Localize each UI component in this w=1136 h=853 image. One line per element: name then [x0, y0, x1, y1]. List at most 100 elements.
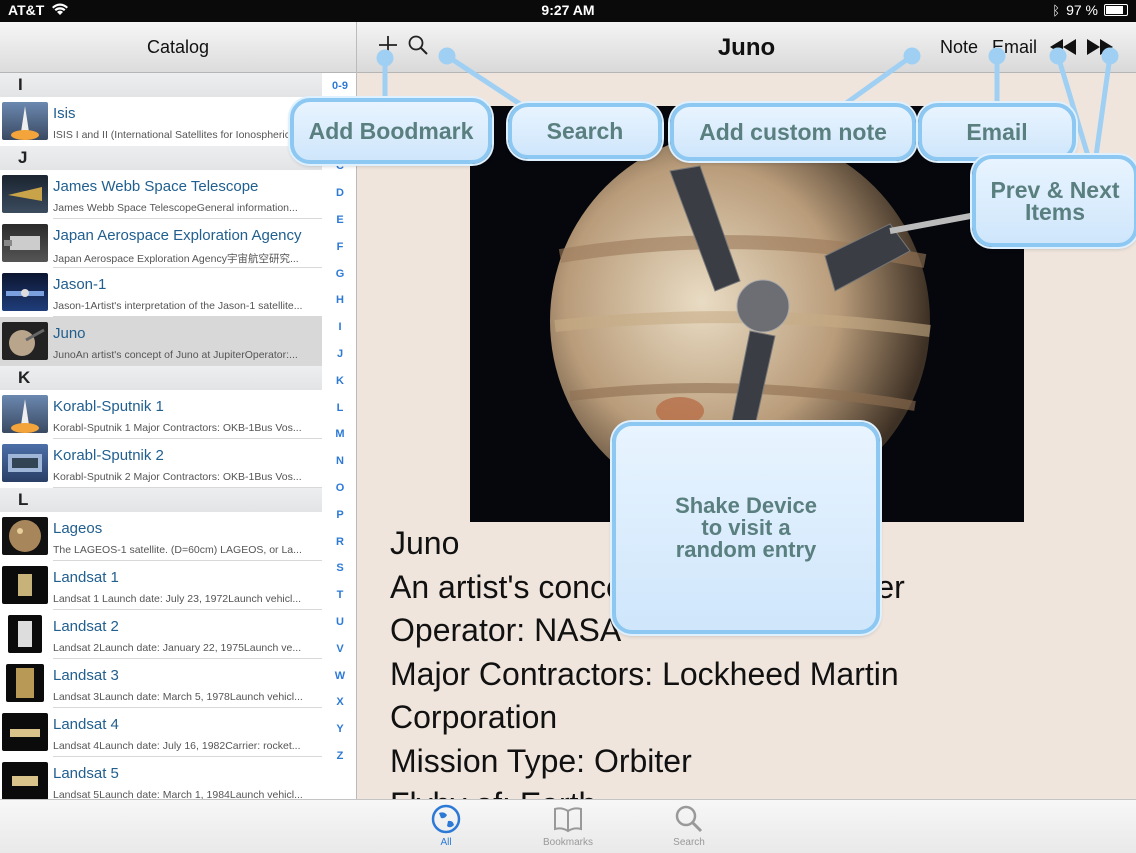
callout-search: Search — [508, 103, 662, 159]
section-header-i: I — [0, 73, 322, 97]
index-letter[interactable]: N — [324, 455, 356, 467]
index-letter[interactable]: P — [324, 509, 356, 521]
list-item-landsat-1[interactable]: Landsat 1 Landsat 1 Launch date: July 23… — [0, 561, 322, 610]
status-bar: AT&T 9:27 AM ᛒ 97 % — [0, 0, 1136, 22]
list-item-korabl-sputnik-2[interactable]: Korabl-Sputnik 2 Korabl-Sputnik 2 Major … — [0, 439, 322, 488]
item-thumbnail — [6, 664, 44, 702]
list-item-landsat-5[interactable]: Landsat 5 Landsat 5Launch date: March 1,… — [0, 757, 322, 799]
index-letter[interactable]: L — [324, 402, 356, 414]
callout-shake: Shake Device to visit a random entry — [612, 422, 880, 634]
index-letter[interactable]: J — [324, 348, 356, 360]
next-item-button[interactable] — [1086, 39, 1114, 60]
index-letter[interactable]: R — [324, 536, 356, 548]
battery-icon — [1104, 4, 1128, 16]
search-icon — [675, 805, 703, 833]
index-letter[interactable]: M — [324, 428, 356, 440]
index-letter[interactable]: S — [324, 562, 356, 574]
list-item-korabl-sputnik-1[interactable]: Korabl-Sputnik 1 Korabl-Sputnik 1 Major … — [0, 390, 322, 439]
section-header-j: J — [0, 146, 322, 170]
description-line: Major Contractors: Lockheed Martin — [390, 655, 899, 692]
section-letter: L — [18, 490, 29, 509]
plus-icon — [379, 36, 397, 54]
item-title: Landsat 2 — [53, 618, 119, 635]
list-item-landsat-3[interactable]: Landsat 3 Landsat 3Launch date: March 5,… — [0, 659, 322, 708]
section-letter: I — [18, 75, 23, 94]
bluetooth-icon: ᛒ — [1052, 2, 1061, 18]
description-line: Flyby of: Earth — [390, 783, 1130, 799]
index-letter[interactable]: X — [324, 696, 356, 708]
item-subtitle: Jason-1Artist's interpretation of the Ja… — [53, 300, 303, 312]
item-title: Landsat 5 — [53, 765, 119, 782]
book-icon — [554, 807, 582, 833]
index-letter[interactable]: O — [324, 482, 356, 494]
add-bookmark-button[interactable] — [377, 34, 399, 61]
index-letter[interactable]: 0-9 — [324, 80, 356, 92]
tab-label: Bookmarks — [542, 837, 593, 848]
email-button[interactable]: Email — [992, 37, 1037, 58]
index-letter[interactable]: V — [324, 643, 356, 655]
index-letter[interactable]: F — [324, 241, 356, 253]
item-subtitle: Landsat 1 Launch date: July 23, 1972Laun… — [53, 593, 302, 605]
index-letter[interactable]: W — [324, 670, 356, 682]
item-title: Landsat 4 — [53, 716, 119, 733]
item-title: Juno — [53, 325, 86, 342]
item-subtitle: JunoAn artist's concept of Juno at Jupit… — [53, 349, 298, 361]
tab-bookmarks[interactable]: Bookmarks — [528, 803, 608, 848]
item-subtitle: ISIS I and II (International Satellites … — [53, 129, 319, 141]
description-line: Mission Type: Orbiter — [390, 742, 692, 779]
item-title: Korabl-Sputnik 2 — [53, 447, 164, 464]
item-thumbnail — [2, 762, 48, 799]
index-letter[interactable]: G — [324, 268, 356, 280]
callout-email: Email — [918, 103, 1076, 161]
item-thumbnail — [2, 517, 48, 555]
item-subtitle: The LAGEOS-1 satellite. (D=60cm) LAGEOS,… — [53, 544, 302, 556]
list-item-isis[interactable]: Isis ISIS I and II (International Satell… — [0, 97, 322, 146]
list-item-jwst[interactable]: James Webb Space Telescope James Webb Sp… — [0, 170, 322, 219]
tab-label: All — [440, 837, 452, 848]
item-subtitle: Landsat 2Launch date: January 22, 1975La… — [53, 642, 302, 654]
battery-status: ᛒ 97 % — [1052, 2, 1128, 18]
item-thumbnail — [8, 615, 42, 653]
index-letter[interactable]: T — [324, 589, 356, 601]
item-title: James Webb Space Telescope — [53, 178, 259, 195]
section-header-l: L — [0, 488, 322, 512]
index-letter[interactable]: I — [324, 321, 356, 333]
index-letter[interactable]: U — [324, 616, 356, 628]
item-thumbnail — [2, 566, 48, 604]
callout-add-bookmark: Add Boodmark — [290, 98, 492, 164]
index-letter[interactable]: Y — [324, 723, 356, 735]
tab-search[interactable]: Search — [649, 803, 729, 848]
index-letter[interactable]: K — [324, 375, 356, 387]
index-letter[interactable]: H — [324, 294, 356, 306]
list-item-landsat-2[interactable]: Landsat 2 Landsat 2Launch date: January … — [0, 610, 322, 659]
description-line: Corporation — [390, 699, 558, 735]
tab-all[interactable]: All — [406, 803, 486, 848]
item-subtitle: Landsat 5Launch date: March 1, 1984Launc… — [53, 789, 303, 799]
index-letter[interactable]: D — [324, 187, 356, 199]
note-button[interactable]: Note — [940, 37, 978, 58]
item-subtitle: Landsat 4Launch date: July 16, 1982Carri… — [53, 740, 301, 752]
battery-percent: 97 % — [1066, 2, 1098, 18]
item-title: Japan Aerospace Exploration Agency — [53, 227, 302, 244]
item-subtitle: Korabl-Sputnik 2 Major Contractors: OKB-… — [53, 471, 302, 483]
list-item-lageos[interactable]: Lageos The LAGEOS-1 satellite. (D=60cm) … — [0, 512, 322, 561]
section-letter: J — [18, 148, 28, 167]
item-thumbnail — [2, 444, 48, 482]
index-letter[interactable]: Z — [324, 750, 356, 762]
item-subtitle: Japan Aerospace Exploration Agency宇宙航空研究… — [53, 253, 299, 265]
item-thumbnail — [2, 713, 48, 751]
item-thumbnail — [2, 395, 48, 433]
list-item-landsat-4[interactable]: Landsat 4 Landsat 4Launch date: July 16,… — [0, 708, 322, 757]
index-letter[interactable]: E — [324, 214, 356, 226]
list-item-jaxa[interactable]: Japan Aerospace Exploration Agency Japan… — [0, 219, 322, 268]
tab-bar: All Bookmarks Search — [0, 799, 1136, 853]
list-item-jason-1[interactable]: Jason-1 Jason-1Artist's interpretation o… — [0, 268, 322, 317]
globe-icon — [431, 804, 461, 834]
detail-navbar: Juno Note Email — [357, 22, 1136, 73]
prev-item-button[interactable] — [1049, 39, 1077, 60]
item-title: Korabl-Sputnik 1 — [53, 398, 164, 415]
section-header-k: K — [0, 366, 322, 390]
search-button[interactable] — [407, 34, 429, 61]
callout-add-note: Add custom note — [670, 103, 916, 161]
list-item-juno[interactable]: Juno JunoAn artist's concept of Juno at … — [0, 317, 322, 366]
